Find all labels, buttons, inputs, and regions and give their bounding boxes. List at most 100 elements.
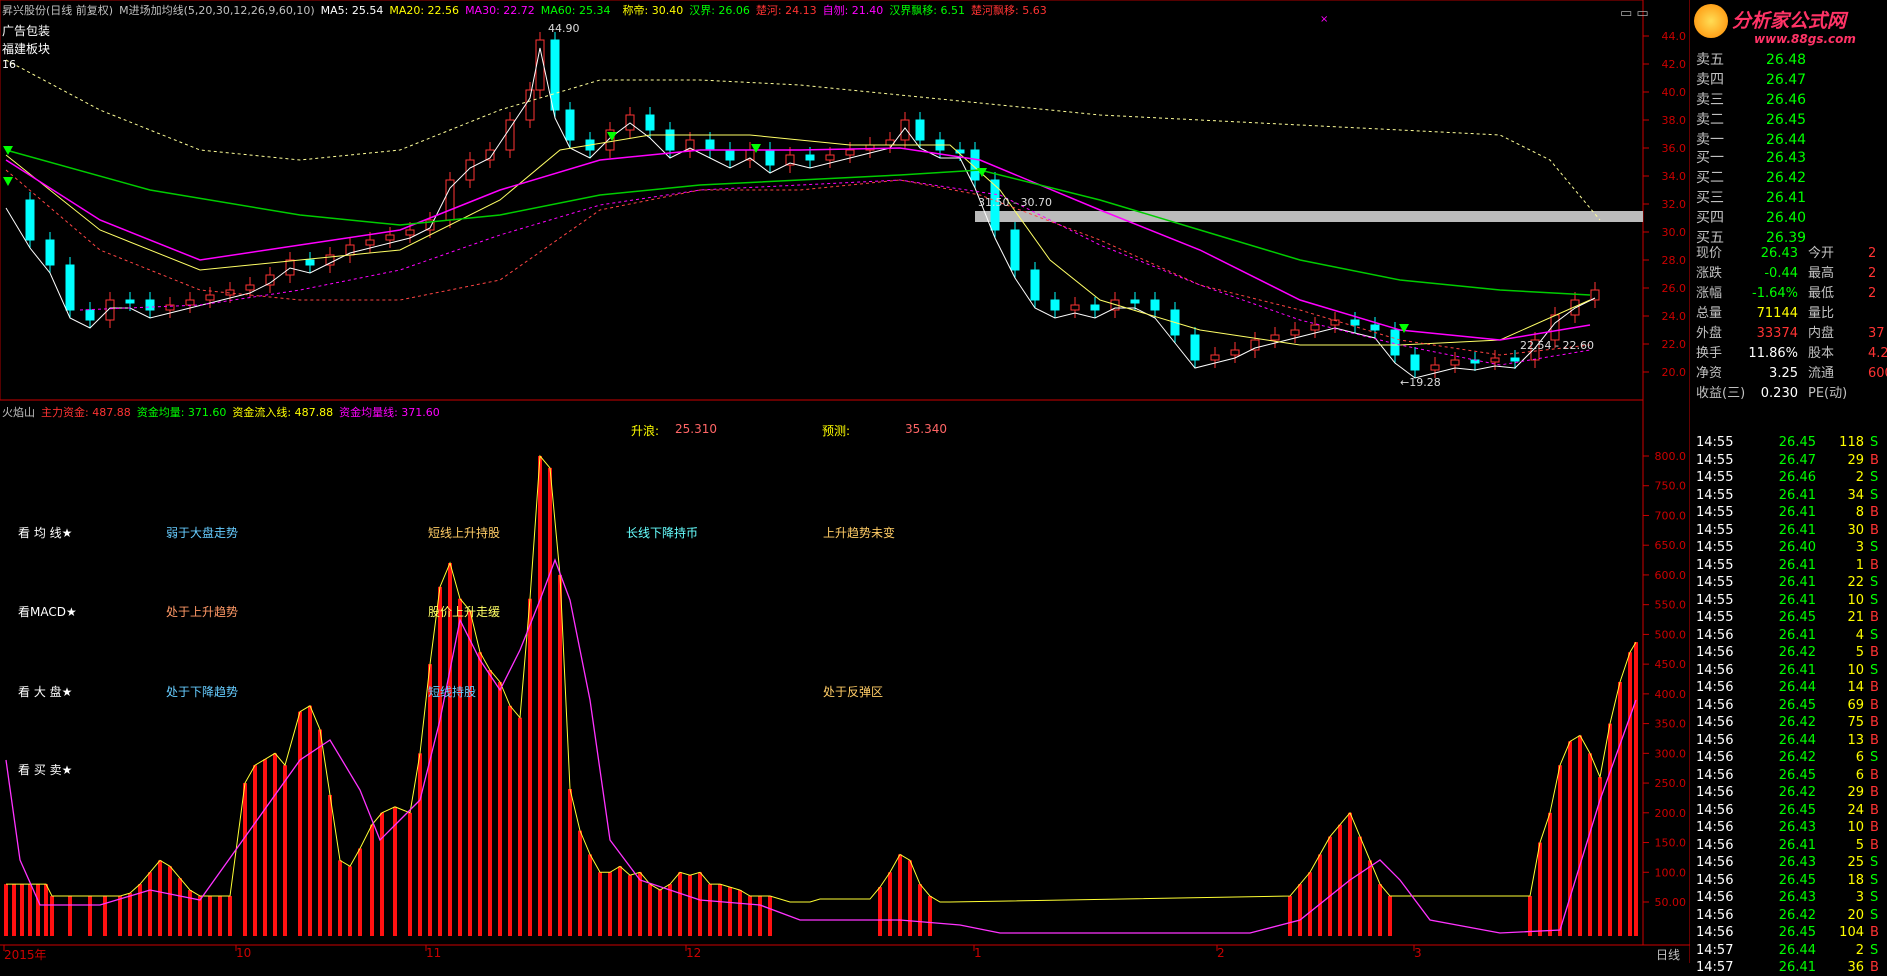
tick-price: 26.41 bbox=[1778, 627, 1816, 643]
tick-time: 14:55 bbox=[1696, 452, 1734, 468]
volume-bar bbox=[748, 896, 752, 936]
tick-volume: 10 bbox=[1847, 662, 1864, 678]
volume-bar bbox=[488, 670, 492, 936]
volume-bar bbox=[1368, 860, 1372, 936]
volume-bar bbox=[918, 884, 922, 936]
tick-volume: 10 bbox=[1847, 820, 1864, 835]
volume-bar bbox=[578, 830, 582, 936]
stat-value-2: 2 bbox=[1868, 266, 1877, 281]
candle-body bbox=[1490, 357, 1500, 363]
candle-body bbox=[645, 114, 655, 131]
tick-volume: 18 bbox=[1847, 872, 1864, 888]
volume-bar bbox=[698, 872, 702, 936]
volume-bar bbox=[283, 765, 287, 936]
tick-row: 14:56 26.45 24 B bbox=[1690, 802, 1887, 819]
window-buttons[interactable]: ▭ ▭ bbox=[1620, 6, 1649, 21]
tick-row: 14:55 26.45 118 S bbox=[1690, 434, 1887, 451]
ask-row: 卖一 26.44 bbox=[1690, 130, 1887, 150]
tick-time: 14:56 bbox=[1696, 890, 1734, 905]
signal-text: 长线下降持币 bbox=[626, 526, 699, 540]
volume-bar bbox=[178, 878, 182, 936]
tick-volume: 69 bbox=[1847, 697, 1864, 713]
tick-time: 14:56 bbox=[1696, 767, 1734, 783]
volume-bar bbox=[358, 848, 362, 936]
tick-row: 14:55 26.45 21 B bbox=[1690, 609, 1887, 626]
tick-time: 14:56 bbox=[1696, 855, 1734, 870]
tick-price: 26.43 bbox=[1778, 890, 1816, 905]
tick-side: S bbox=[1870, 855, 1879, 870]
tick-row: 14:55 26.47 29 B bbox=[1690, 452, 1887, 469]
candle-body bbox=[385, 234, 395, 241]
period-label[interactable]: 日线 bbox=[1656, 946, 1680, 963]
tick-volume: 13 bbox=[1847, 732, 1864, 748]
ma20-line bbox=[5, 134, 1591, 346]
candle-body bbox=[1550, 314, 1560, 341]
tick-row: 14:56 26.45 18 S bbox=[1690, 872, 1887, 889]
volume-bar bbox=[298, 711, 302, 936]
tick-time: 14:56 bbox=[1696, 820, 1734, 835]
stat-label: 现价 bbox=[1696, 246, 1723, 261]
tick-side: B bbox=[1870, 645, 1879, 660]
volume-bar bbox=[243, 783, 247, 936]
volume-bar bbox=[1328, 836, 1332, 936]
bid-label: 买一 bbox=[1696, 150, 1724, 166]
tick-time: 14:56 bbox=[1696, 662, 1734, 678]
price-tick-label: 30.0 bbox=[1662, 226, 1687, 239]
tick-price: 26.45 bbox=[1778, 697, 1816, 713]
tick-side: S bbox=[1870, 890, 1879, 905]
price-tick-label: 38.0 bbox=[1662, 114, 1687, 127]
tick-volume: 20 bbox=[1847, 907, 1864, 923]
ma30-line bbox=[5, 147, 1591, 341]
stat-value: 3.25 bbox=[1769, 366, 1798, 381]
quote-panel: 分析家公式网 www.88gs.com 卖五 26.48 卖四 26.47 卖三 26.4… bbox=[1690, 0, 1887, 975]
tick-price: 26.41 bbox=[1778, 575, 1816, 590]
bid-row: 买四 26.40 bbox=[1690, 208, 1887, 228]
brand-logo: 分析家公式网 www.88gs.com bbox=[1690, 0, 1887, 56]
header-item: MA60: 25.34 bbox=[540, 4, 611, 17]
stat-label-2: 最低 bbox=[1808, 286, 1835, 301]
tick-side: B bbox=[1870, 557, 1879, 573]
brand-url: www.88gs.com bbox=[1754, 32, 1856, 46]
tick-volume: 4 bbox=[1855, 627, 1864, 643]
volume-bar bbox=[1378, 884, 1382, 936]
tick-side: B bbox=[1870, 732, 1879, 748]
volume-bar bbox=[1358, 836, 1362, 936]
tick-side: B bbox=[1870, 925, 1879, 940]
avg-volume-line bbox=[5, 558, 1637, 934]
volume-bar bbox=[263, 759, 267, 936]
signal-text: 处于上升趋势 bbox=[166, 605, 239, 619]
candle-body bbox=[550, 39, 560, 111]
ask-row: 卖五 26.48 bbox=[1690, 50, 1887, 70]
date-3: 3 bbox=[1414, 946, 1422, 960]
ask-row: 卖三 26.46 bbox=[1690, 90, 1887, 110]
candle-body bbox=[665, 129, 675, 151]
main-chart-header: 昇兴股份(日线 前复权) M进场加均线(5,20,30,12,26,9,60,10… bbox=[2, 2, 1053, 18]
stat-value-2: 2 bbox=[1868, 246, 1877, 261]
volume-bar bbox=[44, 884, 48, 936]
stat-value: 0.230 bbox=[1760, 386, 1798, 401]
tick-time: 14:56 bbox=[1696, 645, 1734, 660]
tick-row: 14:55 26.41 8 B bbox=[1690, 504, 1887, 521]
stat-label-2: 今开 bbox=[1808, 246, 1835, 261]
stat-label: 涨幅 bbox=[1696, 286, 1723, 301]
tick-volume: 24 bbox=[1847, 802, 1864, 818]
volume-bar bbox=[36, 884, 40, 936]
tick-price: 26.45 bbox=[1778, 872, 1816, 888]
ask-label: 卖三 bbox=[1696, 92, 1724, 108]
tick-side: S bbox=[1870, 942, 1879, 958]
stat-row: 换手 11.86% 股本 4.2 bbox=[1690, 344, 1887, 364]
volume-bar bbox=[1618, 681, 1622, 936]
tick-side: B bbox=[1870, 802, 1879, 818]
signal-row-head: 看 均 线★ bbox=[18, 526, 73, 540]
volume-bar bbox=[408, 812, 412, 936]
candle-body bbox=[205, 294, 215, 301]
ask-label: 卖一 bbox=[1696, 132, 1724, 148]
bid-row: 买三 26.41 bbox=[1690, 188, 1887, 208]
volume-bar bbox=[308, 705, 312, 936]
tick-row: 14:56 26.42 29 B bbox=[1690, 784, 1887, 801]
tick-row: 14:56 26.44 13 B bbox=[1690, 732, 1887, 749]
tick-row: 14:56 26.42 5 B bbox=[1690, 644, 1887, 661]
candle-body bbox=[1510, 357, 1520, 362]
volume-bar bbox=[128, 893, 132, 936]
tick-time: 14:55 bbox=[1696, 540, 1734, 555]
